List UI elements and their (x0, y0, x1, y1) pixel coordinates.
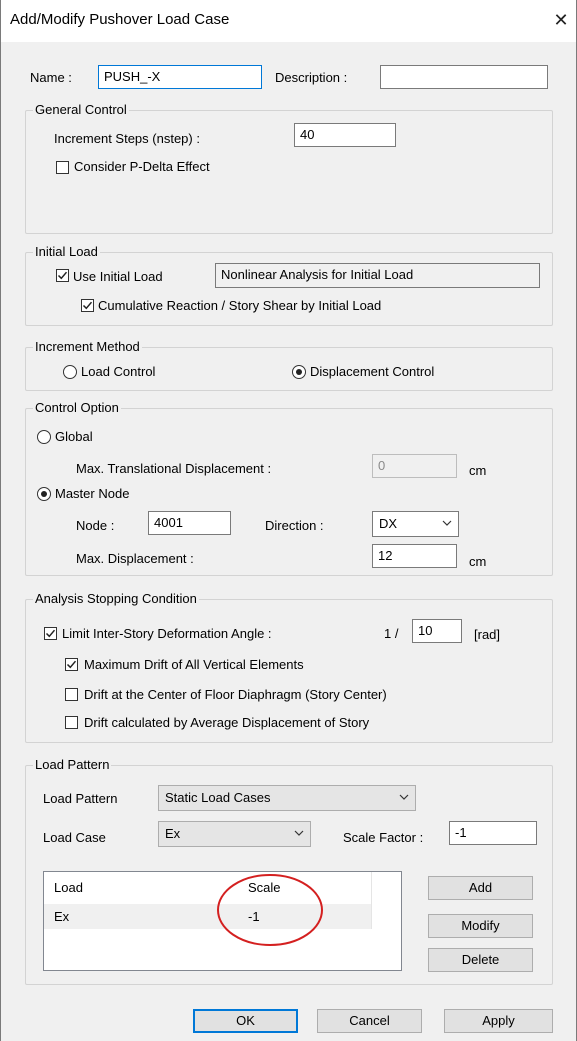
name-input[interactable]: PUSH_-X (98, 65, 262, 89)
use-initial-load-checkbox[interactable] (56, 269, 69, 282)
checkmark-icon (66, 660, 77, 669)
load-pattern-legend: Load Pattern (33, 757, 112, 772)
drift-average-label: Drift calculated by Average Displacement… (84, 715, 370, 730)
limit-deformation-checkbox[interactable] (44, 627, 57, 640)
p-delta-checkbox[interactable] (56, 161, 69, 174)
max-drift-label: Maximum Drift of All Vertical Elements (84, 657, 304, 672)
direction-value: DX (379, 516, 398, 531)
use-initial-load-label: Use Initial Load (73, 269, 163, 284)
nonlinear-initial-load-button[interactable]: Nonlinear Analysis for Initial Load (215, 263, 540, 288)
displacement-control-radio[interactable] (292, 365, 306, 379)
description-label: Description : (275, 70, 348, 85)
general-control-legend: General Control (33, 102, 129, 117)
global-label: Global (55, 429, 93, 444)
max-displacement-unit: cm (469, 554, 487, 569)
drift-center-label: Drift at the Center of Floor Diaphragm (… (84, 687, 387, 702)
increment-steps-label: Increment Steps (nstep) : (54, 131, 200, 146)
checkmark-icon (57, 271, 68, 280)
direction-select[interactable]: DX (372, 511, 459, 537)
node-input[interactable]: 4001 (148, 511, 231, 535)
ratio-prefix: 1 / (384, 626, 399, 641)
max-drift-checkbox[interactable] (65, 658, 78, 671)
global-radio[interactable] (37, 430, 51, 444)
displacement-control-label: Displacement Control (310, 364, 435, 379)
name-label: Name : (30, 70, 72, 85)
master-node-radio[interactable] (37, 487, 51, 501)
delete-button[interactable]: Delete (428, 948, 533, 972)
apply-button[interactable]: Apply (444, 1009, 553, 1033)
load-pattern-label: Load Pattern (43, 791, 118, 806)
close-icon[interactable]: ✕ (548, 6, 574, 34)
master-node-label: Master Node (55, 486, 130, 501)
load-control-label: Load Control (81, 364, 156, 379)
load-case-select[interactable]: Ex (158, 821, 311, 847)
ok-button[interactable]: OK (193, 1009, 298, 1033)
stopping-condition-legend: Analysis Stopping Condition (33, 591, 199, 606)
dialog-title: Add/Modify Pushover Load Case (10, 11, 230, 28)
add-button[interactable]: Add (428, 876, 533, 900)
checkmark-icon (82, 301, 93, 310)
control-option-legend: Control Option (33, 400, 121, 415)
scale-factor-input[interactable]: -1 (449, 821, 537, 845)
p-delta-label: Consider P-Delta Effect (74, 159, 210, 174)
max-translational-unit: cm (469, 463, 487, 478)
max-translational-input[interactable]: 0 (372, 454, 457, 478)
checkmark-icon (45, 629, 56, 638)
ratio-input[interactable]: 10 (412, 619, 462, 643)
red-circle-annotation (217, 874, 323, 946)
node-label: Node : (76, 518, 115, 533)
direction-label: Direction : (265, 518, 324, 533)
modify-button[interactable]: Modify (428, 914, 533, 938)
max-displacement-label: Max. Displacement : (76, 551, 194, 566)
load-control-radio[interactable] (63, 365, 77, 379)
increment-method-legend: Increment Method (33, 339, 142, 354)
limit-deformation-label: Limit Inter-Story Deformation Angle : (62, 626, 272, 641)
drift-average-checkbox[interactable] (65, 716, 78, 729)
table-column-divider (371, 872, 372, 929)
drift-center-checkbox[interactable] (65, 688, 78, 701)
load-pattern-select[interactable]: Static Load Cases (158, 785, 416, 811)
increment-steps-input[interactable]: 40 (294, 123, 396, 147)
description-input[interactable] (380, 65, 548, 89)
initial-load-legend: Initial Load (33, 244, 100, 259)
rad-unit: [rad] (474, 627, 501, 642)
scale-factor-label: Scale Factor : (343, 830, 424, 845)
table-cell-load[interactable]: Ex (54, 909, 69, 924)
chevron-down-icon (294, 830, 304, 836)
max-translational-label: Max. Translational Displacement : (76, 461, 272, 476)
load-case-label: Load Case (43, 830, 106, 845)
load-pattern-value: Static Load Cases (165, 790, 271, 805)
cumulative-reaction-label: Cumulative Reaction / Story Shear by Ini… (98, 298, 382, 313)
chevron-down-icon (442, 520, 452, 526)
cancel-button[interactable]: Cancel (317, 1009, 422, 1033)
table-header-load[interactable]: Load (54, 880, 83, 895)
load-case-value: Ex (165, 826, 181, 841)
cumulative-reaction-checkbox[interactable] (81, 299, 94, 312)
chevron-down-icon (399, 794, 409, 800)
max-displacement-input[interactable]: 12 (372, 544, 457, 568)
